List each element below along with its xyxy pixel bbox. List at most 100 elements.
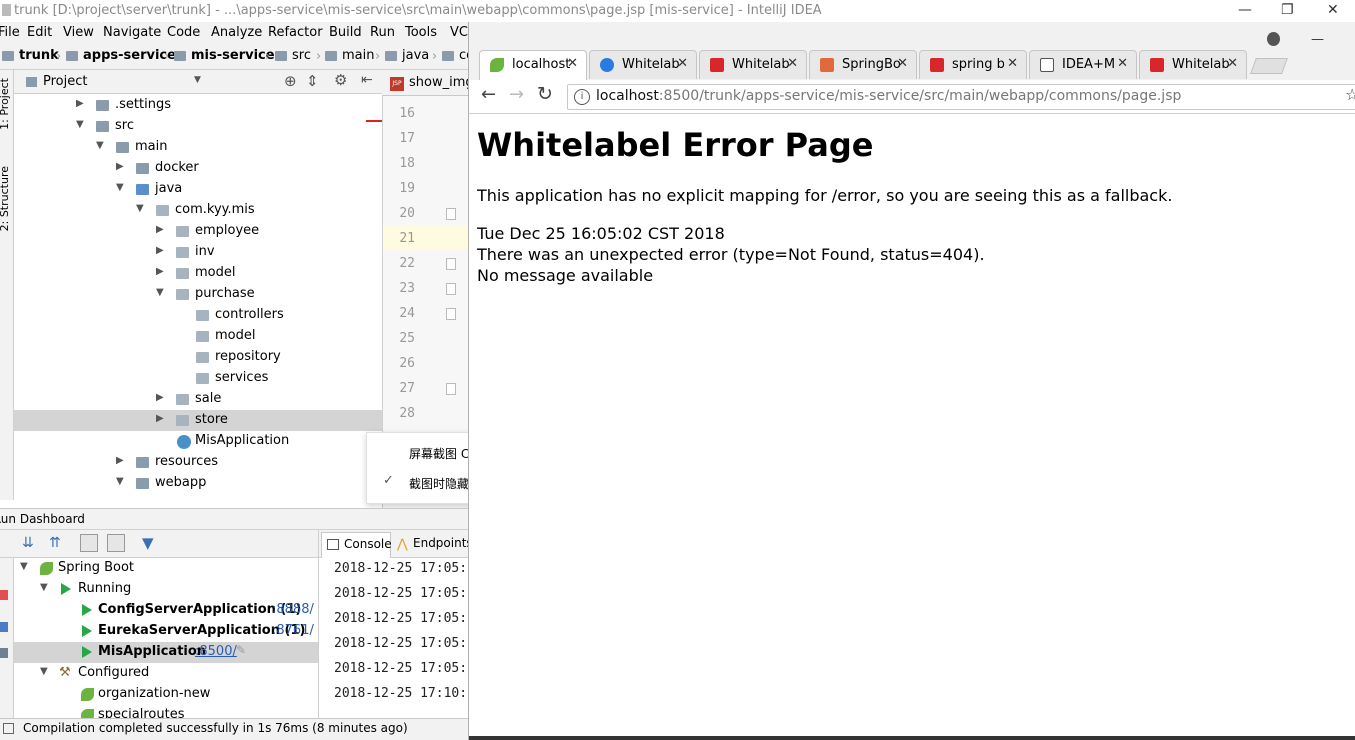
tree-item[interactable]: MisApplication	[14, 431, 382, 452]
browser-tab[interactable]: Whitelab ✕	[589, 50, 697, 79]
profile-icon[interactable]	[1267, 32, 1280, 46]
expand-icon[interactable]: ▶	[156, 266, 164, 277]
maximize-icon[interactable]: ❐	[1281, 2, 1294, 18]
fold-marker-icon[interactable]	[446, 283, 456, 295]
expand-icon[interactable]: ▶	[156, 413, 164, 424]
breadcrumb-apps-service[interactable]: apps-service	[66, 48, 176, 63]
info-icon[interactable]: i	[574, 89, 590, 105]
expand-icon[interactable]: ▼	[116, 182, 124, 193]
tree-item[interactable]: ▶ resources	[14, 452, 382, 473]
configured-node[interactable]: ▼ ⚒ Configured	[14, 663, 318, 684]
collapse-all-icon[interactable]: ⇈	[49, 535, 61, 551]
collapse-all-icon[interactable]: ⇕	[306, 72, 319, 90]
expand-all-icon[interactable]: ⇊	[22, 535, 34, 551]
tree-item[interactable]: ▼ com.kyy.mis	[14, 200, 382, 221]
close-tab-icon[interactable]: ✕	[1227, 56, 1238, 71]
expand-icon[interactable]: ▶	[76, 98, 84, 109]
app-port-link[interactable]: :8761/	[272, 623, 314, 638]
expand-icon[interactable]: ▶	[156, 224, 164, 235]
tree-item[interactable]: ▶ sale	[14, 389, 382, 410]
expand-icon[interactable]: ▶	[156, 392, 164, 403]
configured-item[interactable]: specialroutes	[14, 705, 318, 718]
fold-marker-icon[interactable]	[446, 208, 456, 220]
tab-console[interactable]: Console	[321, 532, 392, 558]
expand-icon[interactable]: ▼	[96, 140, 104, 151]
expand-icon[interactable]: ▶	[156, 245, 164, 256]
expand-icon[interactable]: ▼	[116, 476, 124, 487]
tree-item[interactable]: controllers	[14, 305, 382, 326]
structure-tool-button[interactable]: 2: Structure	[0, 166, 11, 231]
pencil-icon[interactable]: ✎	[236, 643, 246, 657]
project-tool-button[interactable]: 1: Project	[0, 78, 11, 130]
group-by-type-icon[interactable]	[107, 534, 125, 552]
console-output[interactable]: 2018-12-25 17:05: 2018-12-25 17:05: 2018…	[318, 558, 470, 718]
close-tab-icon[interactable]: ✕	[897, 56, 908, 71]
menu-view[interactable]: View	[63, 25, 94, 40]
browser-tab[interactable]: SpringBo ✕	[809, 50, 917, 79]
close-tab-icon[interactable]: ✕	[1007, 56, 1018, 71]
tab-endpoints[interactable]: ⋀ Endpoints	[395, 532, 473, 558]
app-row[interactable]: ConfigServerApplication (1) :8888/	[14, 600, 318, 621]
layout-icon[interactable]	[0, 622, 8, 632]
browser-tab-active[interactable]: localhost ✕	[479, 50, 587, 80]
collapse-icon[interactable]: ▼	[40, 582, 48, 593]
tree-item[interactable]: ▼ purchase	[14, 284, 382, 305]
app-port-link[interactable]: :8500/	[195, 644, 237, 659]
breadcrumb-src[interactable]: src	[275, 48, 311, 63]
menu-tools[interactable]: Tools	[405, 25, 437, 40]
tree-item[interactable]: ▼ webapp	[14, 473, 382, 494]
forward-icon[interactable]: →	[509, 84, 524, 105]
bookmark-star-icon[interactable]: ☆	[1345, 85, 1355, 104]
app-row-selected[interactable]: MisApplication :8500/ ✎	[14, 642, 318, 663]
expand-icon[interactable]: ▶	[116, 161, 124, 172]
back-icon[interactable]: ←	[481, 84, 496, 105]
status-toggle-icon[interactable]	[3, 723, 14, 734]
reload-icon[interactable]: ↻	[537, 83, 553, 105]
app-row[interactable]: EurekaServerApplication (1) :8761/	[14, 621, 318, 642]
browser-tab[interactable]: Whitelab ✕	[1139, 50, 1247, 79]
close-tab-icon[interactable]: ✕	[567, 56, 578, 71]
app-port-link[interactable]: :8888/	[272, 602, 314, 617]
breadcrumb-mis-service[interactable]: mis-service	[174, 48, 275, 63]
spring-boot-node[interactable]: ▼ Spring Boot	[14, 558, 318, 579]
tree-item[interactable]: ▶ inv	[14, 242, 382, 263]
editor-tab[interactable]: JSP show_img.	[382, 70, 478, 96]
camera-icon[interactable]	[0, 648, 8, 658]
menu-run[interactable]: Run	[370, 25, 395, 40]
stop-icon[interactable]	[0, 590, 8, 600]
menu-code[interactable]: Code	[167, 25, 200, 40]
close-icon[interactable]: ✕	[1327, 2, 1339, 18]
running-node[interactable]: ▼ Running	[14, 579, 318, 600]
fold-marker-icon[interactable]	[446, 258, 456, 270]
hide-panel-icon[interactable]: ⇤	[361, 72, 373, 88]
expand-icon[interactable]: ▼	[156, 287, 164, 298]
tree-item[interactable]: ▼ java	[14, 179, 382, 200]
collapse-icon[interactable]: ▼	[40, 666, 48, 677]
breadcrumb-main[interactable]: main	[325, 48, 374, 63]
tree-item[interactable]: ▶ model	[14, 263, 382, 284]
gear-icon[interactable]: ⚙	[334, 71, 347, 89]
tree-item[interactable]: services	[14, 368, 382, 389]
tree-item[interactable]: ▶ .settings	[14, 95, 382, 116]
expand-icon[interactable]: ▶	[116, 455, 124, 466]
fold-marker-icon[interactable]	[446, 383, 456, 395]
minimize-icon[interactable]: —	[1311, 32, 1324, 47]
menu-build[interactable]: Build	[329, 25, 362, 40]
close-tab-icon[interactable]: ✕	[787, 56, 798, 71]
collapse-icon[interactable]: ▼	[20, 561, 28, 572]
tree-item-selected[interactable]: ▶ store	[14, 410, 382, 431]
menu-file[interactable]: File	[0, 25, 20, 40]
tree-item[interactable]: ▼ src	[14, 116, 382, 137]
tree-item[interactable]: ▶ employee	[14, 221, 382, 242]
tree-item[interactable]: model	[14, 326, 382, 347]
expand-icon[interactable]: ▼	[136, 203, 144, 214]
menu-navigate[interactable]: Navigate	[103, 25, 161, 40]
minimize-icon[interactable]: —	[1238, 2, 1252, 18]
expand-icon[interactable]: ▼	[76, 119, 84, 130]
menu-analyze[interactable]: Analyze	[211, 25, 262, 40]
tree-item[interactable]: ▼ main	[14, 137, 382, 158]
browser-tab[interactable]: spring b ✕	[919, 50, 1027, 79]
filter-icon[interactable]: ▼	[142, 534, 154, 552]
close-tab-icon[interactable]: ✕	[677, 56, 688, 71]
tree-item[interactable]: repository	[14, 347, 382, 368]
